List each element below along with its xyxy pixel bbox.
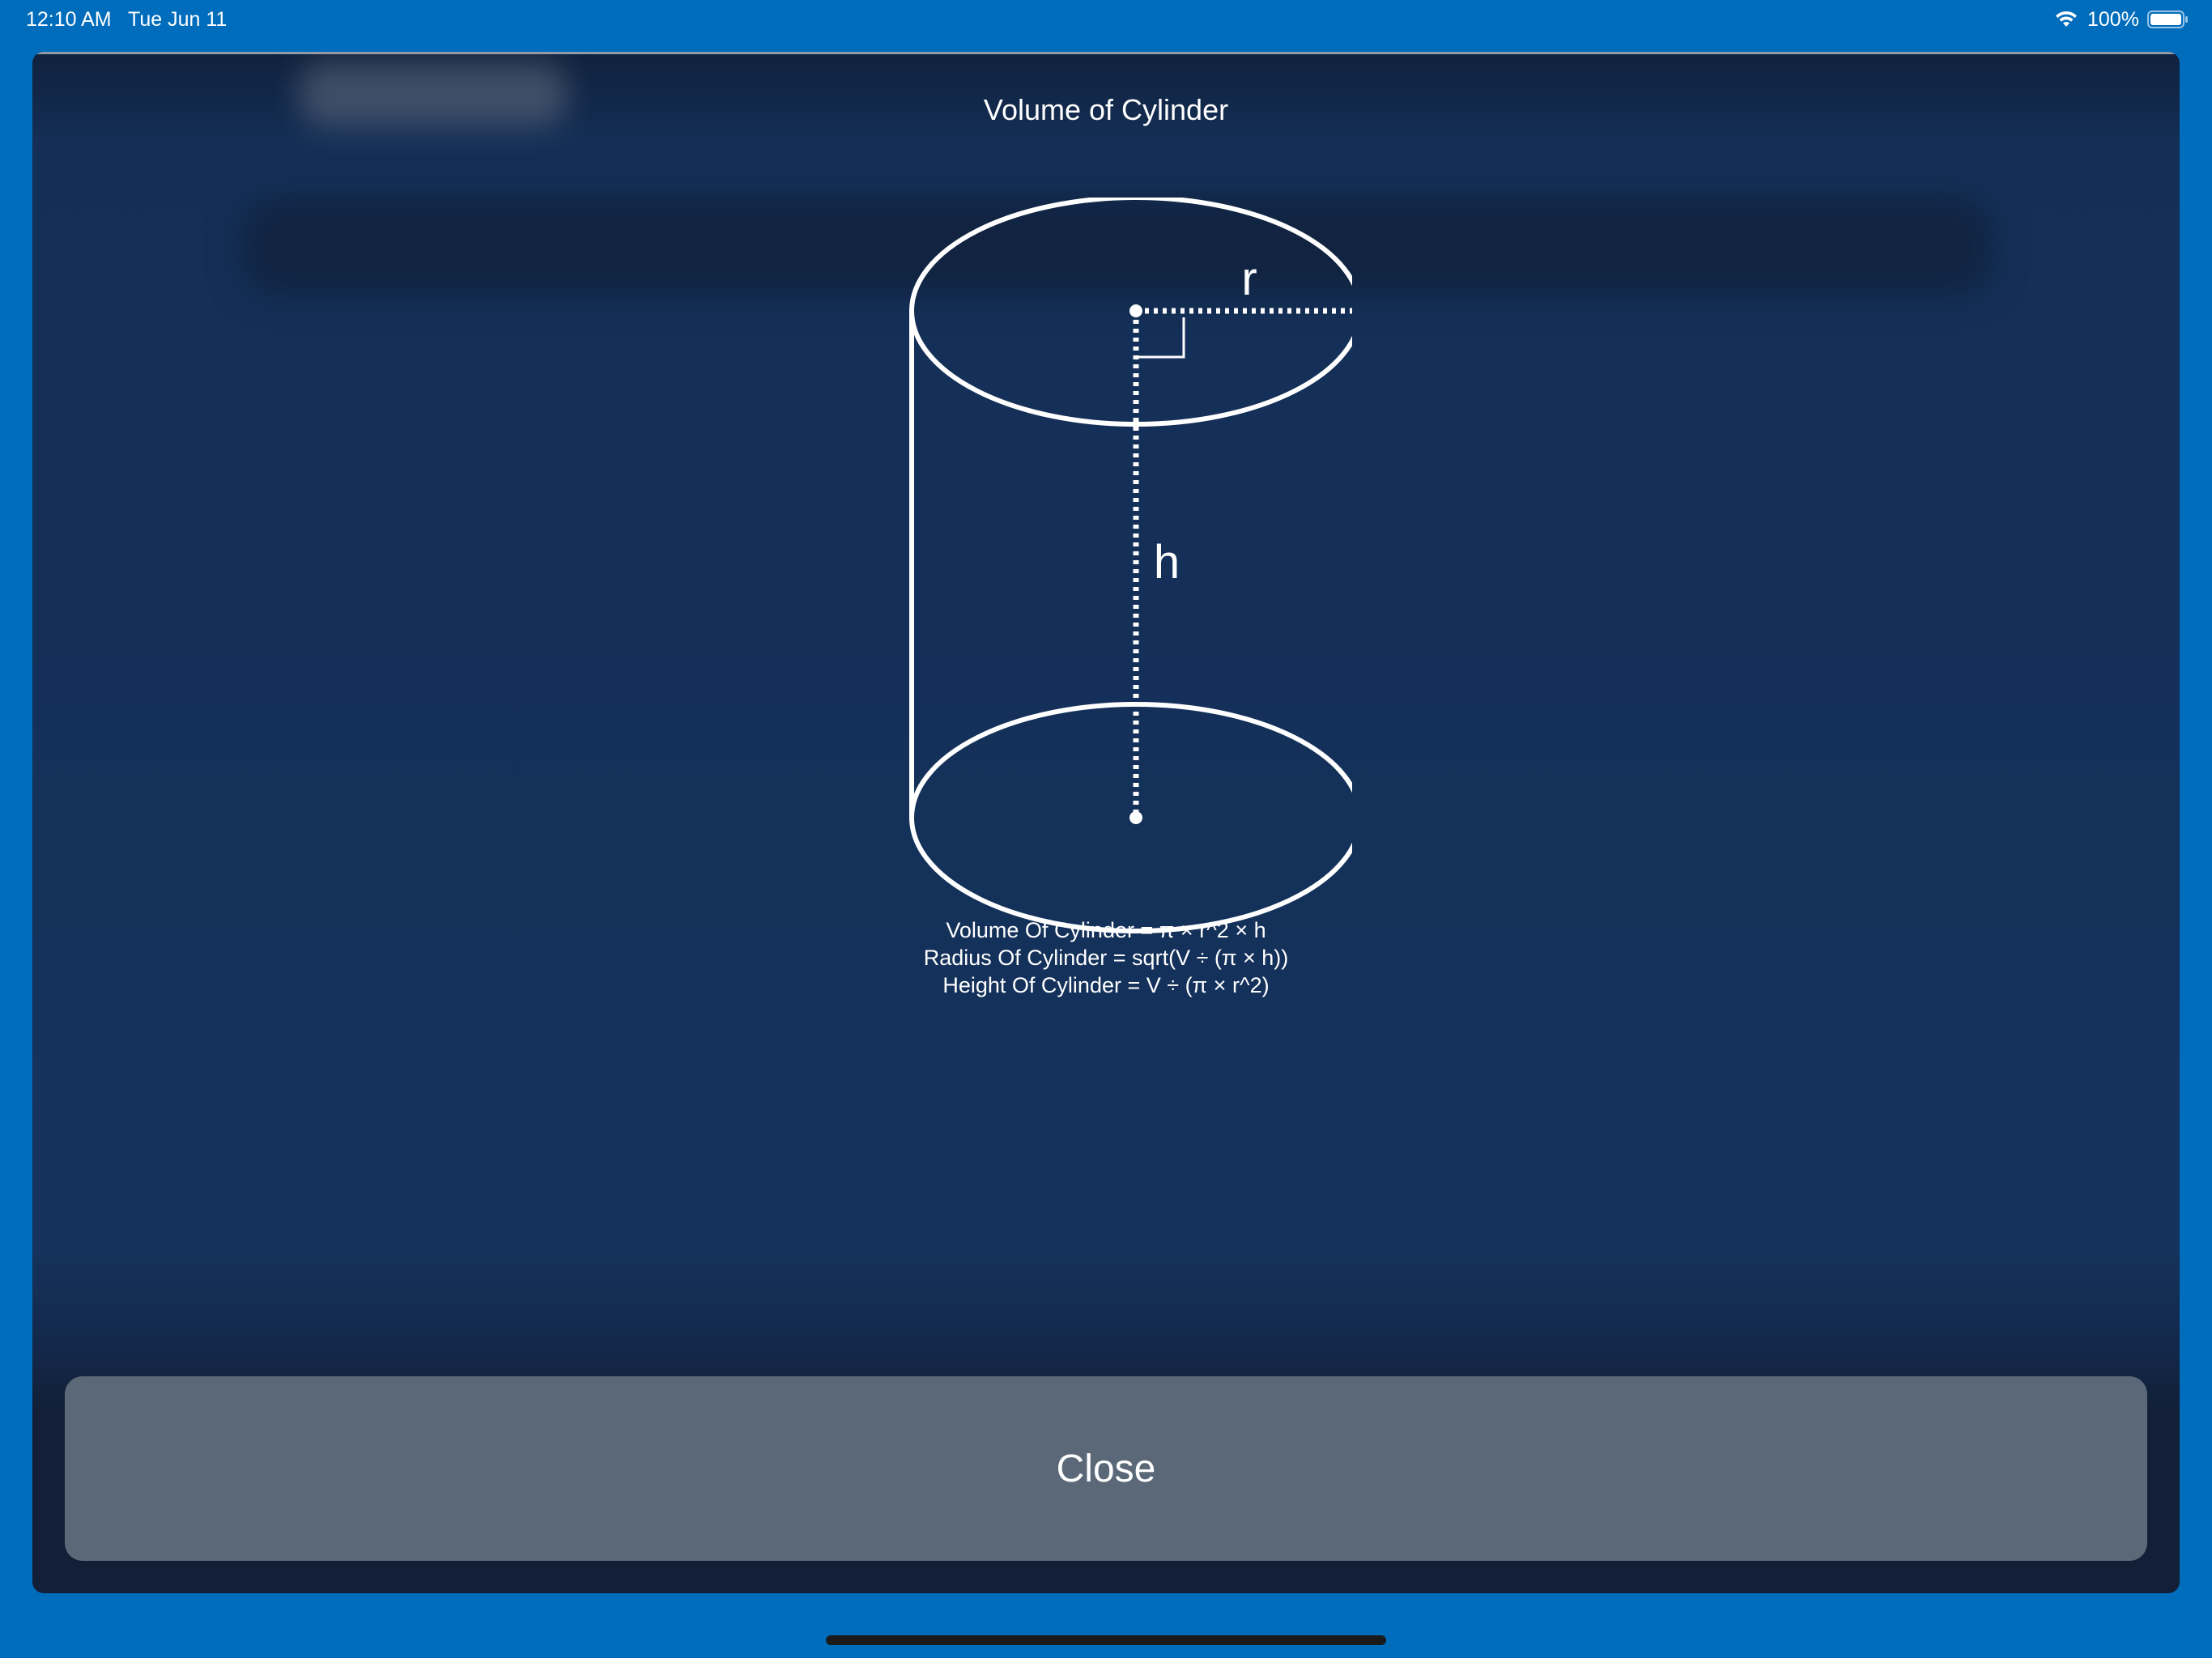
formula-list: Volume Of Cylinder = π × r^2 × h Radius …	[32, 916, 2180, 999]
status-time: 12:10 AM	[26, 8, 112, 31]
volume-formula: Volume Of Cylinder = π × r^2 × h	[946, 918, 1266, 942]
page-title: Volume of Cylinder	[983, 93, 1229, 126]
wifi-icon	[2056, 11, 2077, 27]
status-date: Tue Jun 11	[128, 8, 228, 31]
center-bottom-dot	[1129, 811, 1142, 824]
sheet-top-edge	[32, 52, 2180, 54]
close-button[interactable]: Close	[65, 1376, 2147, 1561]
radius-formula: Radius Of Cylinder = sqrt(V ÷ (π × h))	[923, 946, 1289, 970]
home-indicator[interactable]	[826, 1635, 1386, 1645]
radius-label: r	[1241, 253, 1257, 305]
close-button-label: Close	[1056, 1447, 1156, 1490]
height-label: h	[1154, 536, 1180, 589]
battery-percent: 100%	[2087, 8, 2139, 31]
center-top-dot	[1129, 304, 1142, 317]
right-angle-marker	[1136, 317, 1185, 359]
status-bar: 12:10 AM Tue Jun 11 100%	[0, 0, 2212, 40]
battery-icon	[2147, 11, 2188, 28]
cylinder-info-sheet: Volume of Cylinder r h Volume Of Cylinde…	[32, 52, 2180, 1593]
cylinder-diagram: r h	[909, 198, 1352, 933]
height-formula: Height Of Cylinder = V ÷ (π × r^2)	[942, 973, 1270, 997]
